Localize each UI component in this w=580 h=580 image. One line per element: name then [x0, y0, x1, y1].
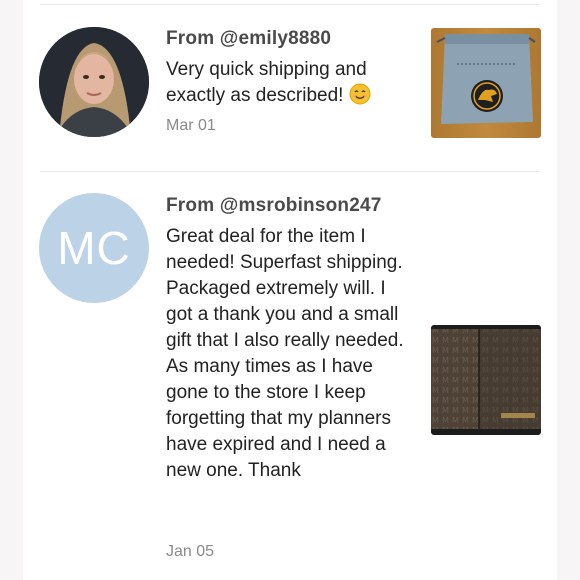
divider: [40, 171, 540, 172]
reviews-card: From @emily8880 Very quick shipping and …: [23, 0, 557, 580]
review-thumbnail[interactable]: [431, 28, 541, 138]
smiling-face-emoji-icon: [349, 83, 371, 105]
avatar[interactable]: [39, 27, 149, 137]
review-text: Great deal for the item I needed! Superf…: [166, 226, 404, 481]
review-text: Very quick shipping and exactly as descr…: [166, 57, 406, 109]
review-thumbnail[interactable]: M: [431, 325, 541, 435]
planner-wallet-photo-image: M: [431, 325, 541, 435]
avatar[interactable]: MC: [39, 193, 149, 303]
review-date: Jan 05: [166, 543, 215, 560]
drawstring-bag-photo-image: [431, 28, 541, 138]
avatar-photo-image: [39, 27, 149, 137]
review-text-content: Very quick shipping and exactly as descr…: [166, 59, 367, 106]
review-author[interactable]: From @emily8880: [166, 28, 331, 50]
review-author[interactable]: From @msrobinson247: [166, 195, 382, 217]
review-date: Mar 01: [166, 117, 216, 134]
divider: [40, 4, 540, 5]
